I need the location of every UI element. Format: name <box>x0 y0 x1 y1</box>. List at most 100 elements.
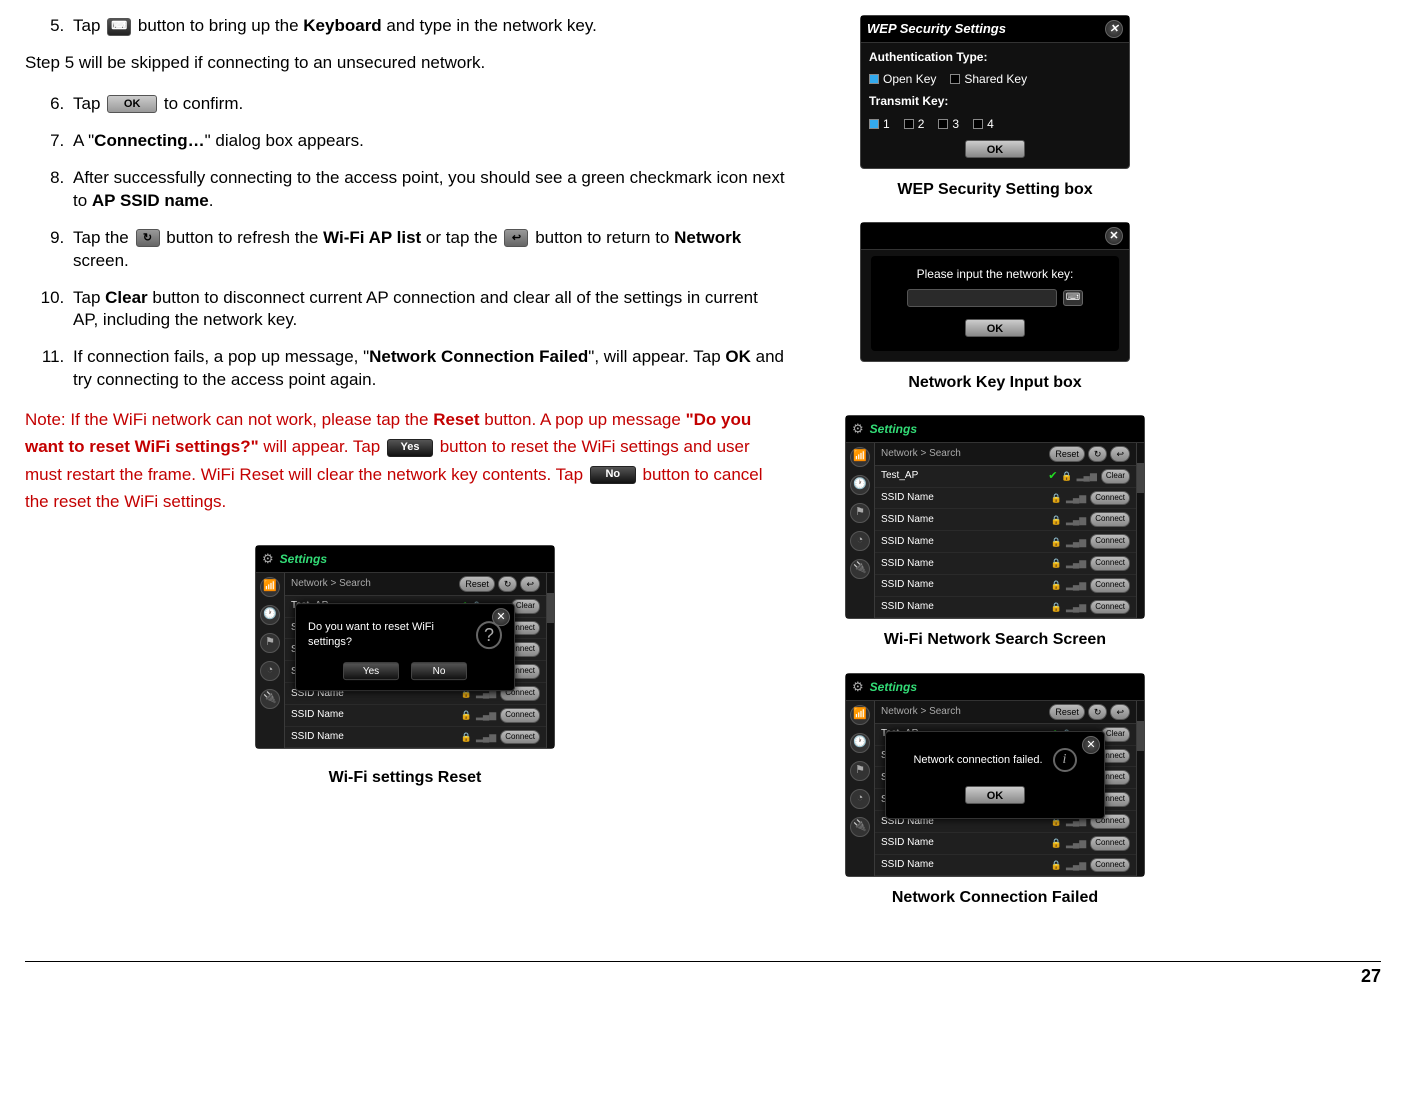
caption-wep: WEP Security Setting box <box>897 179 1092 201</box>
no-button-inline: No <box>590 466 636 484</box>
sidebar: 📶 🕐 ⚑ ◔ 🔌 <box>846 701 874 877</box>
wifi-icon: 📶 <box>260 577 280 597</box>
settings-title: Settings <box>870 679 917 695</box>
gear-icon: ⚙ <box>852 420 864 438</box>
connect-button: Connect <box>1090 534 1130 549</box>
connect-button: Connect <box>1090 600 1130 615</box>
keyboard-icon: ⌨ <box>1063 290 1083 306</box>
table-row: SSID Name🔒▂▄▆Connect <box>285 705 546 727</box>
note-block: Note: If the WiFi network can not work, … <box>25 406 785 515</box>
signal-icon: ▂▄▆ <box>476 709 496 721</box>
settings-title: Settings <box>870 421 917 437</box>
signal-icon: ▂▄▆ <box>1077 470 1097 482</box>
info-icon: i <box>1053 748 1077 772</box>
plug-icon: 🔌 <box>850 817 870 837</box>
gear-icon: ⚙ <box>262 550 274 568</box>
figures-column: WEP Security Settings ✕ Authentication T… <box>845 15 1145 931</box>
table-row: SSID Name🔒▂▄▆Connect <box>875 575 1136 597</box>
breadcrumb: Network > Search <box>881 447 961 461</box>
mock-key-input: ✕ Please input the network key: ⌨ OK <box>860 222 1130 361</box>
back-button: ↩ <box>1110 446 1130 462</box>
reset-dialog-message: Do you want to reset WiFi settings? <box>308 620 466 650</box>
table-row: SSID Name🔒▂▄▆Connect <box>875 597 1136 619</box>
keyboard-icon: ⌨ <box>107 18 131 36</box>
ssid-name: SSID Name <box>881 491 934 505</box>
caption-search: Wi-Fi Network Search Screen <box>884 629 1106 651</box>
ok-button-inline: OK <box>107 95 157 113</box>
signal-icon: ▂▄▆ <box>476 731 496 743</box>
breadcrumb: Network > Search <box>291 577 371 591</box>
page-number: 27 <box>25 961 1381 988</box>
flag-icon: ⚑ <box>850 761 870 781</box>
table-row: SSID Name🔒▂▄▆Connect <box>875 509 1136 531</box>
lock-icon: 🔒 <box>1051 579 1062 591</box>
plug-icon: 🔌 <box>850 559 870 579</box>
chart-icon: ◔ <box>850 531 870 551</box>
instructions-list-2: Tap OK to confirm. A "Connecting…" dialo… <box>25 93 785 392</box>
table-row: SSID Name🔒▂▄▆Connect <box>875 855 1136 877</box>
signal-icon: ▂▄▆ <box>1066 536 1086 548</box>
lock-icon: 🔒 <box>1051 557 1062 569</box>
clear-button: Clear <box>1101 469 1130 484</box>
ok-button: OK <box>965 140 1025 158</box>
lock-icon: 🔒 <box>1051 492 1062 504</box>
ssid-name: SSID Name <box>881 578 934 592</box>
wifi-icon: 📶 <box>850 705 870 725</box>
yes-button-inline: Yes <box>387 439 433 457</box>
reset-confirm-dialog: ✕ Do you want to reset WiFi settings? ? … <box>295 603 515 691</box>
connect-button: Connect <box>1090 512 1130 527</box>
table-row: SSID Name🔒▂▄▆Connect <box>285 727 546 749</box>
key4-checkbox <box>973 119 983 129</box>
close-icon: ✕ <box>1105 20 1123 38</box>
key3-checkbox <box>938 119 948 129</box>
lock-icon: 🔒 <box>1051 837 1062 849</box>
lock-icon: 🔒 <box>1051 536 1062 548</box>
back-button: ↩ <box>1110 704 1130 720</box>
signal-icon: ▂▄▆ <box>1066 492 1086 504</box>
shared-key-checkbox <box>950 74 960 84</box>
ap-list: Test_AP✔🔒▂▄▆ClearSSID Name🔒▂▄▆ConnectSSI… <box>875 466 1136 619</box>
ssid-name: SSID Name <box>291 708 344 722</box>
clock-icon: 🕐 <box>850 733 870 753</box>
ssid-name: Test_AP <box>881 469 918 483</box>
mock-fail-screen: ⚙ Settings 📶 🕐 ⚑ ◔ 🔌 Network > Search Re… <box>845 673 1145 877</box>
table-row: SSID Name🔒▂▄▆Connect <box>875 488 1136 510</box>
no-button: No <box>411 662 467 680</box>
table-row: SSID Name🔒▂▄▆Connect <box>875 833 1136 855</box>
signal-icon: ▂▄▆ <box>1066 837 1086 849</box>
reset-button: Reset <box>459 576 495 592</box>
close-icon: ✕ <box>1105 227 1123 245</box>
skip-line: Step 5 will be skipped if connecting to … <box>25 52 785 75</box>
fail-message: Network connection failed. <box>913 753 1042 768</box>
key1-checkbox <box>869 119 879 129</box>
ssid-name: SSID Name <box>881 836 934 850</box>
sidebar: 📶 🕐 ⚑ ◔ 🔌 <box>256 573 284 749</box>
back-button: ↩ <box>520 576 540 592</box>
figure-reset: ⚙ Settings 📶 🕐 ⚑ ◔ 🔌 Network > Search <box>25 545 785 811</box>
ssid-name: SSID Name <box>881 513 934 527</box>
flag-icon: ⚑ <box>260 633 280 653</box>
refresh-button: ↻ <box>498 576 518 592</box>
transmit-key-label: Transmit Key: <box>869 93 1121 109</box>
breadcrumb: Network > Search <box>881 705 961 719</box>
check-icon: ✔ <box>1048 469 1057 484</box>
wifi-icon: 📶 <box>850 447 870 467</box>
step-10: Tap Clear button to disconnect current A… <box>69 287 785 333</box>
lock-icon: 🔒 <box>1061 470 1072 482</box>
mock-search-screen: ⚙ Settings 📶 🕐 ⚑ ◔ 🔌 Network > Search Re… <box>845 415 1145 619</box>
connect-button: Connect <box>1090 578 1130 593</box>
clear-button: Clear <box>1101 727 1130 742</box>
chart-icon: ◔ <box>260 661 280 681</box>
ssid-name: SSID Name <box>881 600 934 614</box>
ok-button: OK <box>965 786 1025 804</box>
instructions-list: Tap ⌨ button to bring up the Keyboard an… <box>25 15 785 38</box>
step-9: Tap the ↻ button to refresh the Wi-Fi AP… <box>69 227 785 273</box>
sidebar: 📶 🕐 ⚑ ◔ 🔌 <box>846 443 874 619</box>
instructions-column: Tap ⌨ button to bring up the Keyboard an… <box>25 15 785 931</box>
table-row: Test_AP ✔ 🔒 ▂▄▆ Clear <box>875 466 1136 488</box>
chart-icon: ◔ <box>850 789 870 809</box>
lock-icon: 🔒 <box>461 731 472 743</box>
mock-wep: WEP Security Settings ✕ Authentication T… <box>860 15 1130 169</box>
caption-key: Network Key Input box <box>908 372 1081 394</box>
signal-icon: ▂▄▆ <box>1066 859 1086 871</box>
